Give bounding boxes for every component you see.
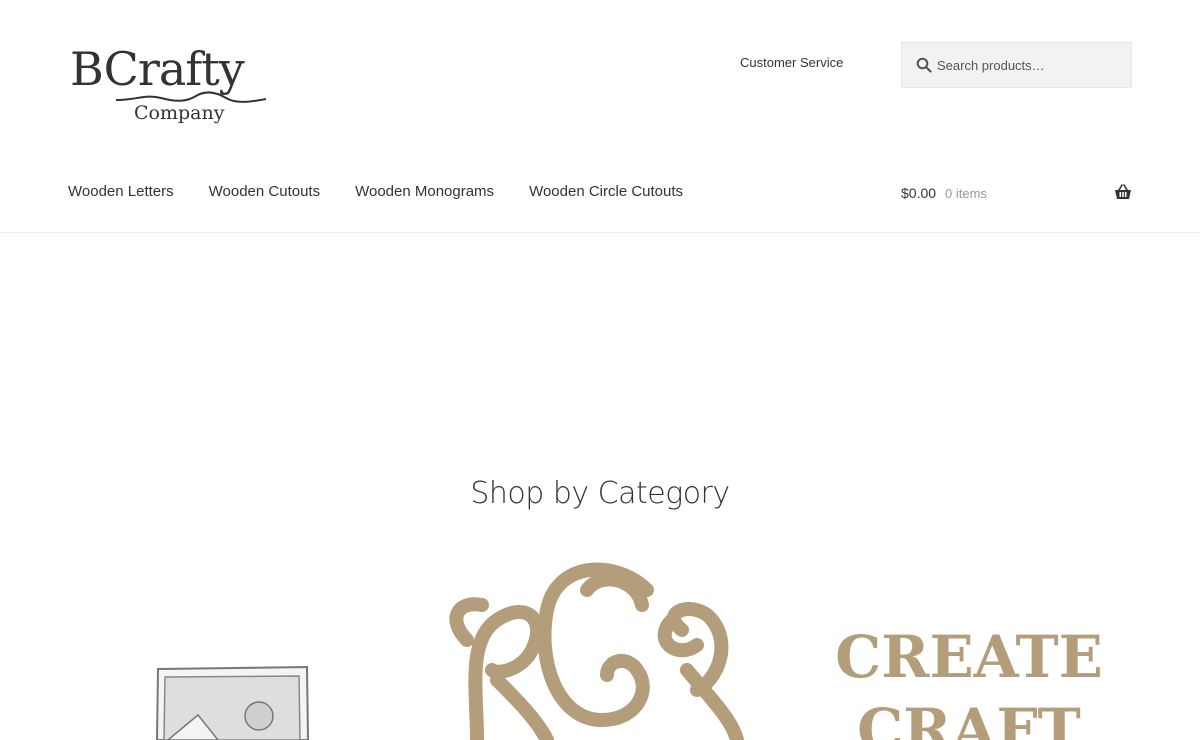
site-header: BCrafty Company Customer Service Wooden … bbox=[0, 0, 1200, 233]
nav-item-wooden-circle-cutouts[interactable]: Wooden Circle Cutouts bbox=[529, 183, 683, 200]
section-title: Shop by Category bbox=[470, 475, 730, 511]
category-card-placeholder[interactable] bbox=[68, 550, 394, 740]
header-cart[interactable]: $0.00 0 items bbox=[901, 183, 1132, 205]
logo-company: Company bbox=[134, 102, 225, 124]
customer-service-link[interactable]: Customer Service bbox=[740, 55, 843, 70]
primary-nav: Wooden Letters Wooden Cutouts Wooden Mon… bbox=[68, 183, 683, 200]
nav-item-wooden-letters[interactable]: Wooden Letters bbox=[68, 183, 174, 200]
create-text: CREATE bbox=[835, 623, 1103, 691]
category-card-create-craft[interactable]: CREATE CRAFT bbox=[806, 550, 1132, 740]
product-search bbox=[901, 42, 1132, 88]
cart-item-count: 0 items bbox=[945, 186, 987, 201]
search-icon bbox=[916, 57, 932, 73]
search-input[interactable] bbox=[937, 51, 1122, 79]
logo-wordmark: BCrafty bbox=[70, 42, 245, 96]
wooden-monogram-image bbox=[449, 562, 744, 740]
category-card-monogram[interactable] bbox=[437, 550, 763, 740]
basket-icon bbox=[1115, 184, 1131, 199]
craft-text: CRAFT bbox=[857, 696, 1081, 740]
cart-amount: $0.00 bbox=[901, 185, 937, 201]
nav-item-wooden-monograms[interactable]: Wooden Monograms bbox=[355, 183, 494, 200]
nav-item-wooden-cutouts[interactable]: Wooden Cutouts bbox=[209, 183, 320, 200]
placeholder-image-icon bbox=[155, 665, 310, 740]
site-logo[interactable]: BCrafty Company bbox=[68, 40, 288, 136]
create-craft-image: CREATE CRAFT bbox=[835, 623, 1103, 740]
